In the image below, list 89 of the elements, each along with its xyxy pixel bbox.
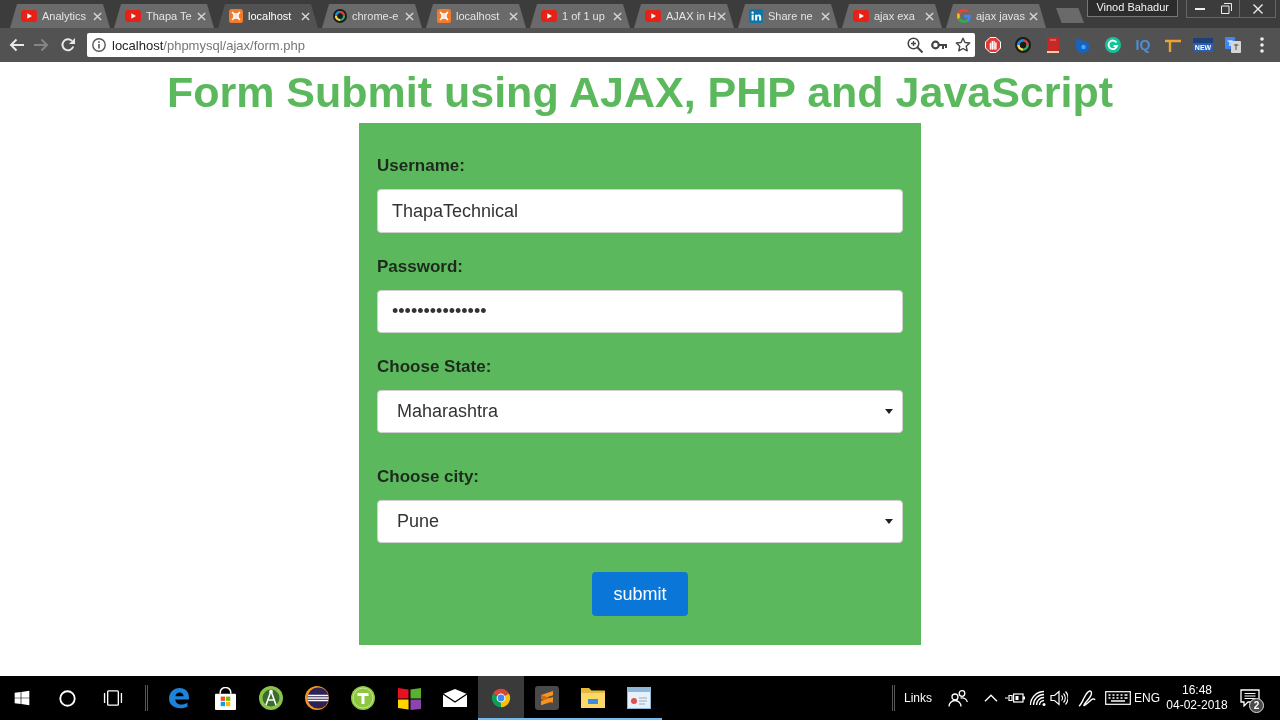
wifi-icon[interactable] bbox=[1028, 690, 1046, 706]
battery-plug-icon[interactable] bbox=[1005, 692, 1025, 704]
e-logo-icon bbox=[167, 686, 191, 710]
stop-hand-icon[interactable] bbox=[985, 37, 1001, 53]
clock-time[interactable]: 16:48 bbox=[1182, 683, 1212, 698]
dropdown[interactable]: Pune bbox=[377, 500, 903, 543]
username-field[interactable]: ThapaTechnical bbox=[377, 189, 903, 233]
envelope-icon bbox=[443, 689, 467, 707]
keyboard-icon[interactable] bbox=[1105, 691, 1131, 705]
browser-tab[interactable]: Thapa Te bbox=[114, 4, 214, 28]
tab-title: Thapa Te bbox=[146, 10, 192, 22]
shopping-bag-icon bbox=[214, 686, 236, 710]
notification-icon[interactable] bbox=[1240, 689, 1260, 707]
submit-button[interactable]: submit bbox=[592, 572, 688, 616]
in-logo-icon bbox=[749, 9, 763, 23]
cross-logo-icon bbox=[437, 9, 451, 23]
tab-title: localhost bbox=[456, 10, 501, 22]
browser-logo-icon bbox=[490, 687, 512, 709]
key-icon[interactable] bbox=[931, 40, 947, 50]
browser-tab[interactable]: ajax exa bbox=[842, 4, 942, 28]
blob-icon[interactable] bbox=[1076, 37, 1090, 53]
tab-title: localhost bbox=[248, 10, 293, 22]
browser-tab[interactable]: localhost bbox=[426, 4, 526, 28]
play-icon bbox=[125, 10, 141, 22]
s-logo-icon bbox=[535, 686, 559, 710]
links-toolbar[interactable]: Links bbox=[904, 691, 932, 705]
browser-tab[interactable]: Share ne bbox=[738, 4, 838, 28]
play-icon bbox=[645, 10, 661, 22]
tab-title: Analytics bbox=[42, 10, 88, 22]
zoom-icon[interactable] bbox=[907, 37, 923, 53]
minimize-icon[interactable] bbox=[1195, 7, 1205, 10]
play-icon bbox=[21, 10, 37, 22]
ring-icon bbox=[333, 9, 347, 23]
tab-title: ajax exa bbox=[874, 10, 916, 22]
striped-circle-icon bbox=[305, 686, 329, 710]
cross-logo-icon bbox=[229, 9, 243, 23]
clock-date[interactable]: 04-02-2018 bbox=[1166, 698, 1228, 713]
four-squares-icon bbox=[397, 686, 421, 710]
caret-icon bbox=[885, 519, 893, 524]
taskbar-button[interactable] bbox=[478, 676, 524, 720]
t-logo-icon bbox=[351, 686, 375, 710]
chevron-up-icon[interactable] bbox=[984, 694, 998, 702]
notification-count: 2 bbox=[1249, 698, 1264, 713]
close-icon[interactable] bbox=[301, 11, 310, 21]
g-logo-icon bbox=[957, 9, 971, 23]
book-icon[interactable] bbox=[1047, 37, 1059, 53]
browser-tab[interactable]: localhost bbox=[218, 4, 318, 28]
caret-icon bbox=[885, 409, 893, 414]
field-label: Password: bbox=[377, 257, 464, 277]
play-icon bbox=[853, 10, 869, 22]
ring-icon[interactable] bbox=[1015, 37, 1031, 53]
tab-title: ajax javas bbox=[976, 10, 1024, 22]
address-bar[interactable]: localhost/phpmysql/ajax/form.php bbox=[87, 33, 975, 57]
page-title: Form Submit using AJAX, PHP and JavaScript bbox=[166, 68, 1114, 116]
dropdown[interactable]: Maharashtra bbox=[377, 390, 903, 433]
g-circle-icon[interactable] bbox=[1105, 37, 1121, 53]
password-field[interactable]: ••••••••••••••• bbox=[377, 290, 903, 333]
task-view-icon[interactable] bbox=[103, 690, 123, 706]
browser-tab[interactable]: 1 of 1 up bbox=[530, 4, 630, 28]
tab-title: Share ne bbox=[768, 10, 814, 22]
info-icon[interactable] bbox=[92, 38, 106, 52]
close-icon[interactable] bbox=[1252, 3, 1263, 14]
field-label: Username: bbox=[377, 156, 466, 176]
app-window-icon bbox=[627, 687, 651, 709]
browser-tab[interactable]: Analytics bbox=[10, 4, 110, 28]
compass-logo-icon bbox=[259, 686, 283, 710]
profile-button[interactable]: Vinod Bahadur bbox=[1087, 0, 1178, 17]
language-indicator[interactable]: ENG bbox=[1134, 691, 1160, 705]
field-label: Choose State: bbox=[377, 357, 493, 377]
play-icon bbox=[541, 10, 557, 22]
field-label: Choose city: bbox=[377, 467, 481, 487]
tab-title: 1 of 1 up bbox=[562, 10, 606, 22]
menu-icon[interactable] bbox=[1260, 37, 1264, 53]
translate-icon[interactable] bbox=[1225, 37, 1241, 53]
volume-icon[interactable] bbox=[1050, 690, 1068, 706]
browser-tab[interactable]: AJAX in H bbox=[634, 4, 734, 28]
browser-tab[interactable]: chrome-e bbox=[322, 4, 422, 28]
restore-icon[interactable] bbox=[1220, 3, 1232, 14]
people-icon[interactable] bbox=[948, 689, 968, 707]
folder-icon bbox=[581, 688, 605, 708]
url-text: localhost/phpmysql/ajax/form.php bbox=[112, 37, 305, 53]
browser-tab[interactable]: ajax javas bbox=[946, 4, 1046, 28]
start-icon[interactable] bbox=[14, 690, 30, 706]
back-arrow-icon[interactable] bbox=[8, 38, 24, 52]
star-icon[interactable] bbox=[955, 37, 971, 53]
tab-title: chrome-e bbox=[352, 10, 400, 22]
circle-icon[interactable] bbox=[58, 689, 76, 707]
pen-icon[interactable] bbox=[1077, 689, 1097, 707]
reload-icon[interactable] bbox=[60, 37, 76, 53]
